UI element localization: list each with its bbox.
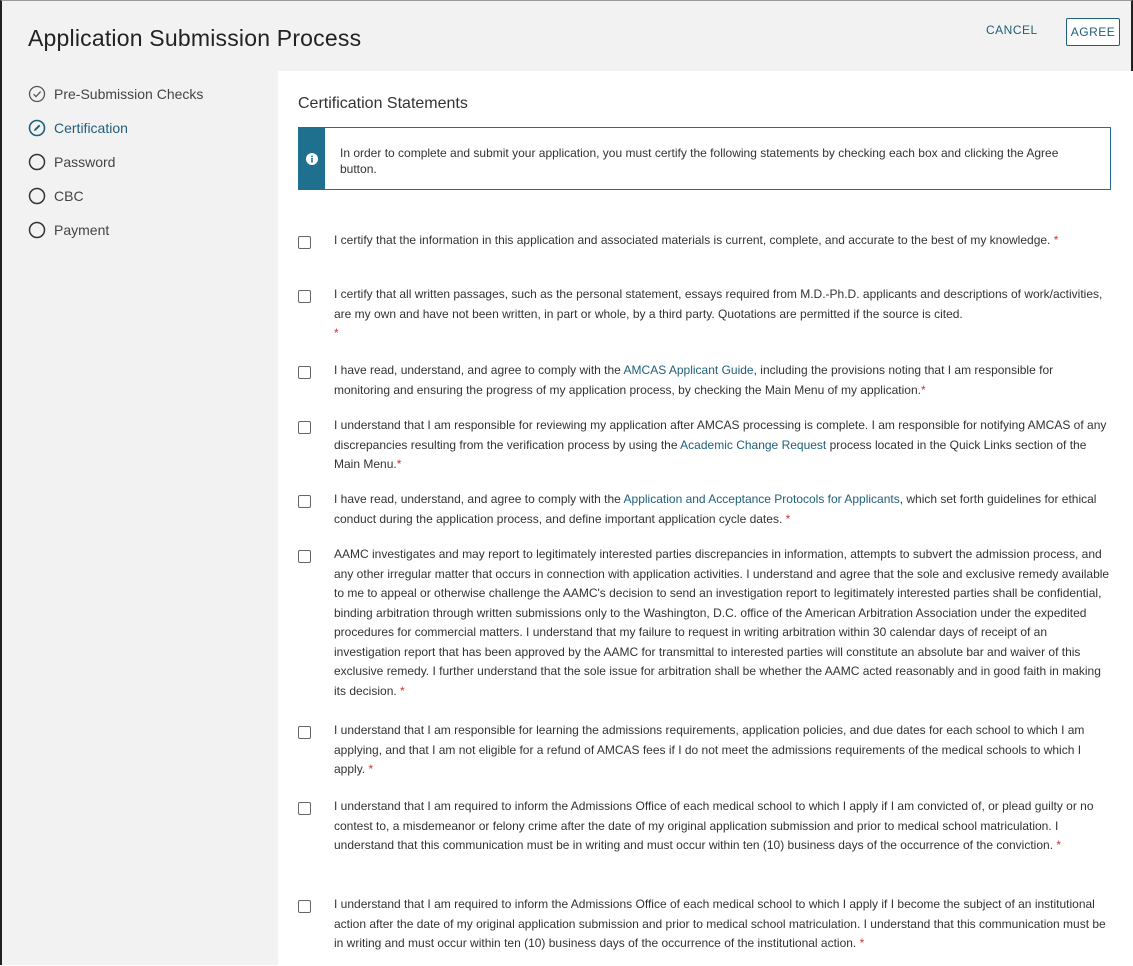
certification-text: I certify that all written passages, suc… [334,285,1110,344]
certification-checkbox[interactable] [298,290,311,303]
statement-text: I certify that all written passages, suc… [334,287,1103,321]
certification-checkbox[interactable] [298,236,311,249]
page-header: Application Submission Process CANCEL AG… [2,1,1131,63]
certification-text: I certify that the information in this a… [334,231,1110,251]
statement-text: I certify that the information in this a… [334,233,1054,247]
required-asterisk: * [1053,233,1059,247]
step-password[interactable]: Password [28,145,258,179]
step-payment[interactable]: Payment [28,213,258,247]
certification-checkbox[interactable] [298,366,311,379]
circle-icon [28,187,46,205]
check-circle-icon [28,85,46,103]
app-window: Application Submission Process CANCEL AG… [0,0,1133,966]
step-cbc[interactable]: CBC [28,179,258,213]
statement-text: AAMC investigates and may report to legi… [334,547,1110,698]
required-asterisk: * [396,457,402,471]
pencil-circle-icon [28,119,46,137]
certification-checkbox[interactable] [298,802,311,815]
step-label: CBC [54,188,84,204]
certification-text: AAMC investigates and may report to legi… [334,545,1110,701]
step-pre-submission-checks[interactable]: Pre-Submission Checks [28,77,258,111]
circle-icon [28,221,46,239]
certification-panel: Certification Statements In order to com… [278,71,1133,966]
step-label: Password [54,154,116,170]
info-alert-text: In order to complete and submit your app… [340,146,1059,176]
step-label: Pre-Submission Checks [54,86,204,102]
certification-text: I have read, understand, and agree to co… [334,361,1110,400]
info-icon [306,152,318,165]
required-asterisk: * [859,936,865,950]
statement-text: I understand that I am responsible for l… [334,723,1085,776]
certification-checkbox[interactable] [298,550,311,563]
acceptance-protocols-link[interactable]: Application and Acceptance Protocols for… [624,492,900,506]
step-navigation: Pre-Submission Checks Certification Pass… [28,77,258,247]
agree-button[interactable]: AGREE [1066,18,1120,46]
statement-text: I have read, understand, and agree to co… [334,492,624,506]
cancel-button[interactable]: CANCEL [986,23,1038,37]
info-alert-bar [299,128,325,189]
statement-text: I understand that I am required to infor… [334,897,1106,950]
required-asterisk: * [368,762,374,776]
certification-text: I have read, understand, and agree to co… [334,490,1110,529]
statement-text: I understand that I am required to infor… [334,799,1094,852]
certification-checkbox[interactable] [298,726,311,739]
certification-checkbox[interactable] [298,421,311,434]
certification-text: I understand that I am responsible for r… [334,416,1110,475]
required-asterisk: * [1056,838,1062,852]
section-title: Certification Statements [298,95,468,112]
amcas-applicant-guide-link[interactable]: AMCAS Applicant Guide [624,363,754,377]
step-label: Certification [54,120,128,136]
certification-text: I understand that I am responsible for l… [334,721,1110,780]
certification-text: I understand that I am required to infor… [334,797,1110,856]
info-alert: In order to complete and submit your app… [298,127,1111,190]
certification-text: I understand that I am required to infor… [334,895,1110,954]
required-asterisk: * [400,683,405,698]
circle-icon [28,153,46,171]
statement-text: I have read, understand, and agree to co… [334,363,624,377]
academic-change-request-link[interactable]: Academic Change Request [680,438,826,452]
required-asterisk: * [785,511,791,526]
certification-checkbox[interactable] [298,900,311,913]
page-title: Application Submission Process [28,25,362,51]
step-certification[interactable]: Certification [28,111,258,145]
required-asterisk: * [334,326,339,340]
required-asterisk: * [920,382,926,397]
certification-checkbox[interactable] [298,495,311,508]
step-label: Payment [54,222,110,238]
